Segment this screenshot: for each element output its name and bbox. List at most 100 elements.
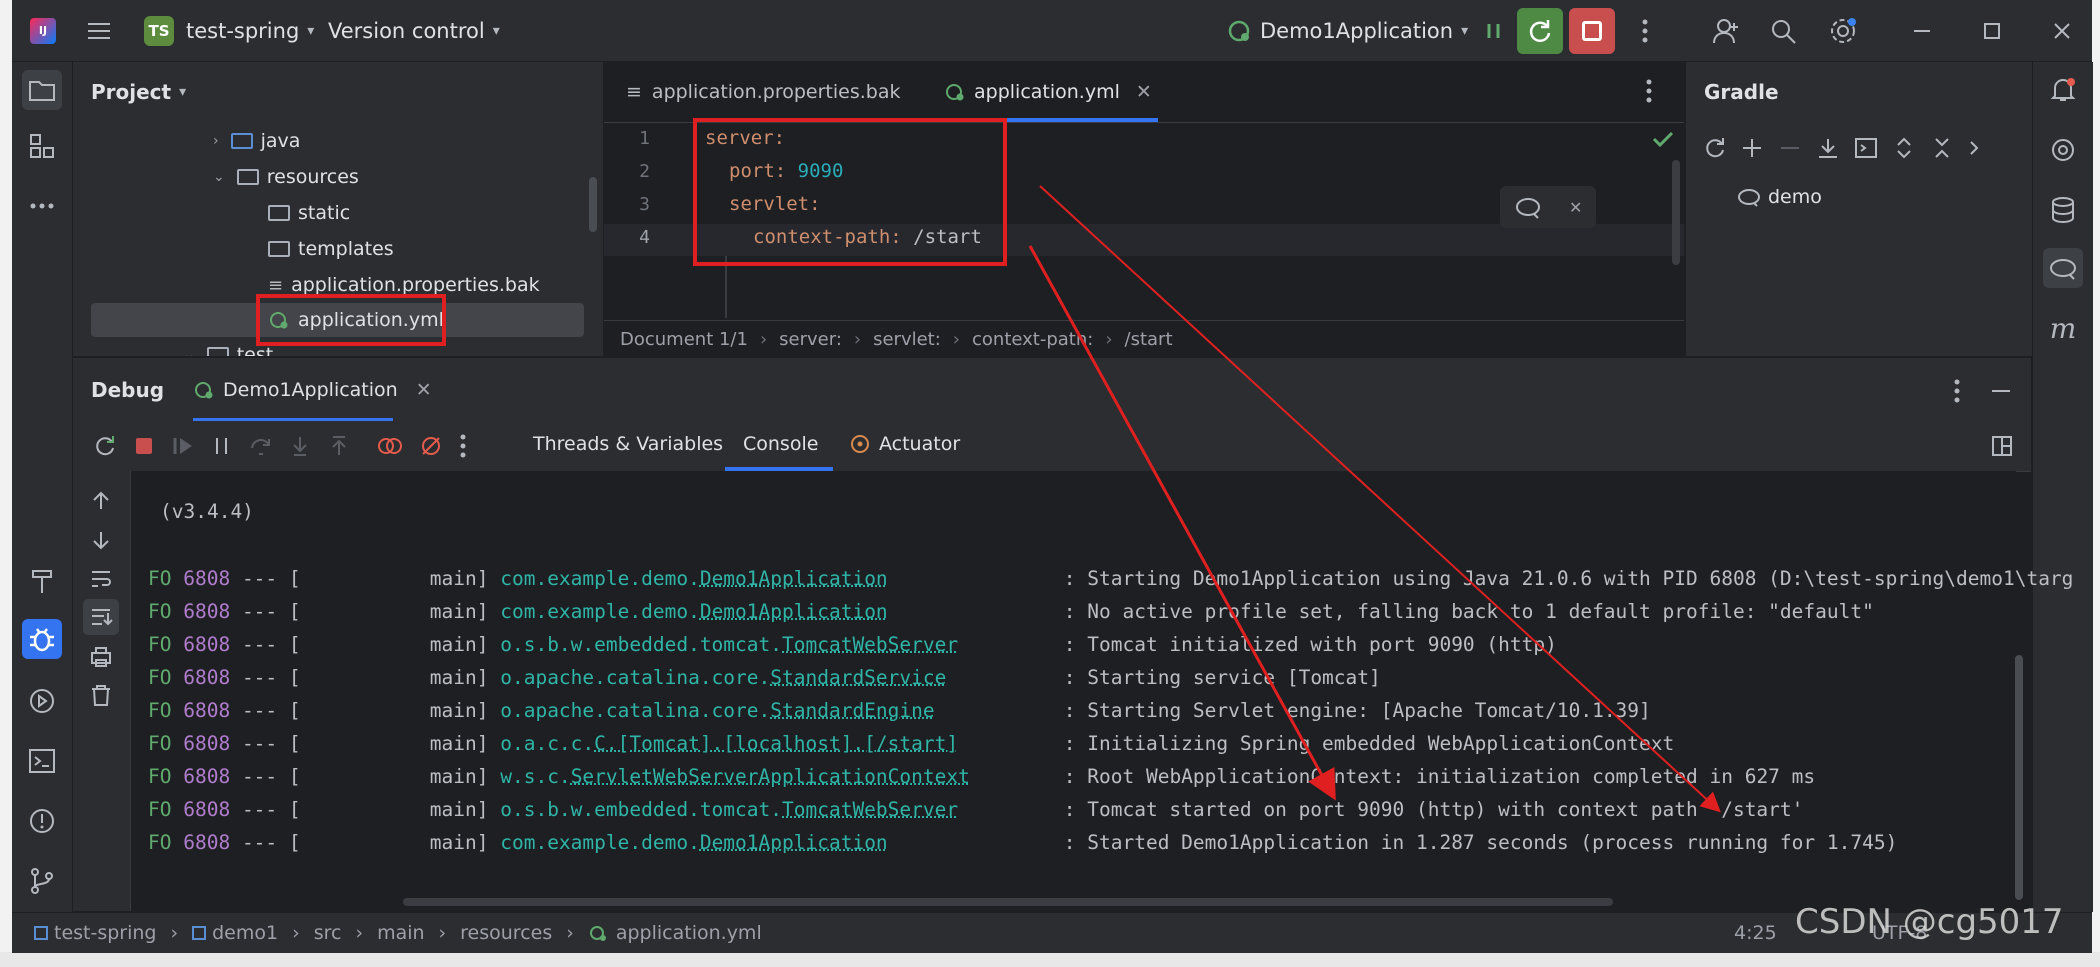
- close-icon[interactable]: ✕: [1569, 198, 1582, 217]
- add-icon[interactable]: [1740, 136, 1764, 160]
- intellij-logo-icon[interactable]: IJ: [30, 0, 56, 61]
- breadcrumb-context-path[interactable]: context-path:: [972, 329, 1093, 350]
- project-selector[interactable]: TS test-spring ▾: [144, 0, 314, 61]
- log-logger[interactable]: w.s.c.ServletWebServerApplicationContext: [500, 765, 970, 788]
- stop-icon[interactable]: [132, 434, 156, 458]
- log-logger[interactable]: o.s.b.w.embedded.tomcat.TomcatWebServer: [500, 798, 958, 821]
- hide-panel-icon[interactable]: [1990, 378, 2012, 408]
- mute-breakpoints-icon[interactable]: [419, 434, 443, 458]
- tree-item-templates[interactable]: templates: [268, 232, 394, 266]
- tab-application-yml[interactable]: application.yml ✕: [944, 62, 1152, 122]
- log-logger[interactable]: o.s.b.w.embedded.tomcat.TomcatWebServer: [500, 633, 958, 656]
- tab-threads-variables[interactable]: Threads & Variables: [533, 433, 723, 455]
- breadcrumb-document[interactable]: Document 1/1: [620, 329, 748, 350]
- breadcrumb-value[interactable]: /start: [1125, 329, 1173, 350]
- tree-item-static[interactable]: static: [268, 196, 350, 230]
- gradle-tree-item-demo[interactable]: demo: [1736, 186, 1822, 208]
- log-logger[interactable]: o.apache.catalina.core.StandardEngine: [500, 699, 934, 722]
- path-file[interactable]: application.yml: [616, 922, 762, 944]
- step-out-icon[interactable]: [327, 434, 351, 458]
- arrow-down-icon[interactable]: [89, 528, 113, 556]
- project-scrollbar[interactable]: [589, 177, 597, 232]
- step-over-icon[interactable]: [249, 434, 273, 458]
- gradle-elephant-icon[interactable]: [1514, 194, 1542, 220]
- clear-trash-icon[interactable]: [89, 683, 113, 711]
- close-tab-icon[interactable]: ✕: [1136, 81, 1152, 103]
- maximize-icon[interactable]: [1982, 0, 2002, 61]
- chevron-right-icon[interactable]: [1968, 136, 1982, 160]
- tab-console[interactable]: Console: [743, 433, 818, 455]
- stop-button[interactable]: [1569, 0, 1615, 61]
- desktop-background-right: [2092, 0, 2100, 967]
- maven-icon[interactable]: m: [2043, 308, 2083, 348]
- execute-task-icon[interactable]: [1854, 136, 1878, 160]
- breadcrumb-server[interactable]: server:: [779, 329, 842, 350]
- pause-icon[interactable]: [210, 434, 234, 458]
- tab-application-properties-bak[interactable]: ≡ application.properties.bak: [626, 62, 900, 122]
- log-logger[interactable]: com.example.demo.Demo1Application: [500, 600, 887, 623]
- more-debug-actions-icon[interactable]: [458, 433, 468, 459]
- caret-position[interactable]: 4:25: [1734, 913, 1777, 953]
- git-icon[interactable]: [22, 861, 62, 901]
- version-control-menu[interactable]: Version control ▾: [328, 0, 500, 61]
- path-src[interactable]: src: [314, 922, 342, 944]
- structure-icon[interactable]: [22, 126, 62, 166]
- step-into-icon[interactable]: [288, 434, 312, 458]
- add-user-icon[interactable]: [1712, 0, 1740, 61]
- project-panel-title[interactable]: Project ▾: [91, 80, 186, 104]
- tree-item-resources[interactable]: ⌄ resources: [213, 160, 359, 194]
- ai-assistant-icon[interactable]: [2043, 130, 2083, 170]
- minimize-icon[interactable]: [1912, 0, 1932, 61]
- path-main[interactable]: main: [377, 922, 424, 944]
- notifications-bell-icon[interactable]: [2043, 70, 2083, 110]
- collapse-all-icon[interactable]: [1930, 136, 1954, 160]
- rerun-icon[interactable]: [93, 434, 117, 458]
- layout-settings-icon[interactable]: [1991, 435, 2013, 461]
- main-menu-icon[interactable]: [86, 0, 112, 61]
- close-window-icon[interactable]: [2052, 0, 2072, 61]
- gradle-elephant-icon[interactable]: [2043, 248, 2083, 288]
- download-icon[interactable]: [1816, 136, 1840, 160]
- refresh-icon[interactable]: [1702, 136, 1726, 160]
- debug-session-tab[interactable]: Demo1Application ✕: [193, 372, 432, 408]
- log-pid: 6808: [183, 666, 231, 689]
- more-tabs-icon[interactable]: [1644, 78, 1654, 108]
- rerun-button[interactable]: [1517, 0, 1563, 61]
- console-horizontal-scrollbar[interactable]: [403, 898, 1613, 906]
- path-resources[interactable]: resources: [460, 922, 552, 944]
- project-folder-icon[interactable]: [22, 70, 62, 110]
- search-icon[interactable]: [1769, 0, 1797, 61]
- tree-item-java[interactable]: › java: [213, 124, 300, 158]
- more-actions-icon[interactable]: [1640, 0, 1650, 61]
- pause-icon[interactable]: [1484, 0, 1504, 61]
- expand-all-icon[interactable]: [1892, 136, 1916, 160]
- log-logger[interactable]: o.a.c.c.C.[Tomcat].[localhost].[/start]: [500, 732, 958, 755]
- log-logger[interactable]: com.example.demo.Demo1Application: [500, 567, 887, 590]
- database-icon[interactable]: [2043, 190, 2083, 230]
- arrow-up-icon[interactable]: [89, 489, 113, 517]
- tab-actuator[interactable]: Actuator: [849, 433, 960, 455]
- problems-icon[interactable]: [22, 801, 62, 841]
- log-logger[interactable]: o.apache.catalina.core.StandardService: [500, 666, 946, 689]
- breadcrumb-servlet[interactable]: servlet:: [873, 329, 941, 350]
- soft-wrap-icon[interactable]: [89, 567, 113, 595]
- more-options-icon[interactable]: [1952, 378, 1962, 408]
- run-config-selector[interactable]: Demo1Application ▾: [1226, 0, 1468, 61]
- more-tools-icon[interactable]: [22, 186, 62, 226]
- build-hammer-icon[interactable]: [22, 561, 62, 601]
- close-tab-icon[interactable]: ✕: [416, 379, 432, 401]
- settings-gear-icon[interactable]: [1828, 0, 1858, 61]
- resume-icon[interactable]: [171, 434, 195, 458]
- terminal-icon[interactable]: [22, 741, 62, 781]
- view-breakpoints-icon[interactable]: [376, 434, 404, 458]
- path-module[interactable]: demo1: [212, 922, 278, 944]
- editor-scrollbar[interactable]: [1672, 160, 1680, 265]
- log-logger[interactable]: com.example.demo.Demo1Application: [500, 831, 887, 854]
- console-vertical-scrollbar[interactable]: [2015, 655, 2023, 900]
- debug-bug-icon[interactable]: [22, 619, 62, 659]
- remove-icon[interactable]: [1778, 136, 1802, 160]
- path-project[interactable]: test-spring: [54, 922, 157, 944]
- run-services-icon[interactable]: [22, 681, 62, 721]
- scroll-to-end-icon[interactable]: [89, 605, 113, 633]
- print-icon[interactable]: [89, 645, 113, 673]
